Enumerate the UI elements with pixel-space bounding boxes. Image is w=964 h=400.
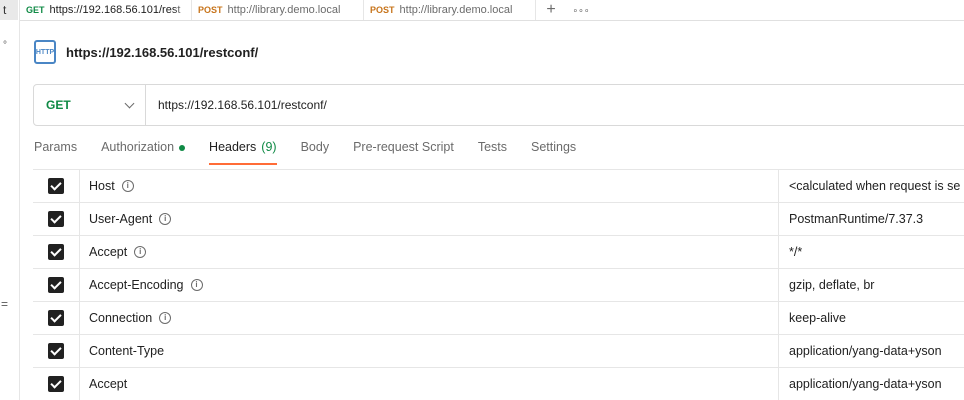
header-key: Accept (89, 377, 128, 391)
tab-url-label: https://192.168.56.101/rest (49, 4, 181, 16)
header-key: Host (89, 179, 115, 193)
tab-authorization[interactable]: Authorization (101, 140, 186, 165)
header-key: User-Agent (89, 212, 153, 226)
header-key-cell[interactable]: Content-Type (80, 335, 779, 367)
tab-settings[interactable]: Settings (531, 140, 576, 165)
header-key: Content-Type (89, 344, 165, 358)
table-row: Accept application/yang-data+yson (33, 368, 964, 400)
method-dropdown[interactable]: GET (34, 85, 146, 125)
header-key-cell[interactable]: Accept i (80, 236, 779, 268)
header-key-cell[interactable]: User-Agent i (80, 203, 779, 235)
http-request-icon: HTTP (34, 40, 56, 64)
tab-fade (517, 0, 535, 20)
tab-headers[interactable]: Headers (9) (209, 140, 277, 165)
header-value[interactable]: PostmanRuntime/7.37.3 (779, 203, 964, 235)
header-key-cell[interactable]: Host i (80, 170, 779, 202)
enable-checkbox[interactable] (48, 376, 64, 392)
more-tabs-ellipsis-icon[interactable]: ∘∘∘ (566, 0, 596, 20)
tab-pre-request-script[interactable]: Pre-request Script (353, 140, 454, 165)
sidebar-fragment: ° (3, 40, 7, 51)
header-value[interactable]: <calculated when request is se (779, 170, 964, 202)
request-tab-post-library[interactable]: POST http://library.demo.local (364, 0, 536, 20)
url-input[interactable] (146, 85, 964, 125)
info-icon[interactable]: i (159, 312, 172, 324)
header-value[interactable]: keep-alive (779, 302, 964, 334)
header-key: Connection (89, 311, 153, 325)
header-key-cell[interactable]: Accept (80, 368, 779, 400)
header-key-cell[interactable]: Connection i (80, 302, 779, 334)
tab-params[interactable]: Params (34, 140, 77, 165)
enable-cell (33, 269, 80, 301)
table-row: Connection i keep-alive (33, 302, 964, 335)
table-row: Content-Type application/yang-data+yson (33, 335, 964, 368)
enable-cell (33, 170, 80, 202)
new-tab-plus-icon[interactable]: + (536, 0, 566, 20)
header-key: Accept (89, 245, 128, 259)
chevron-down-icon (124, 98, 135, 108)
headers-count-badge: (9) (261, 140, 277, 154)
enable-checkbox[interactable] (48, 343, 64, 359)
enable-checkbox[interactable] (48, 310, 64, 326)
method-value: GET (46, 98, 71, 112)
info-icon[interactable]: i (121, 180, 134, 192)
info-icon[interactable]: i (159, 213, 172, 225)
enable-cell (33, 203, 80, 235)
info-icon[interactable]: i (190, 279, 203, 291)
tab-url-label: http://library.demo.local (399, 4, 513, 16)
request-tab-get-restconf[interactable]: GET https://192.168.56.101/rest (20, 0, 192, 20)
table-row: Accept i */* (33, 236, 964, 269)
tab-body[interactable]: Body (301, 140, 330, 165)
sidebar-fragment[interactable]: t (0, 0, 18, 20)
method-label: POST (198, 5, 223, 15)
enable-cell (33, 236, 80, 268)
method-label: GET (26, 5, 45, 15)
header-key: Accept-Encoding (89, 278, 184, 292)
tab-label: Headers (209, 140, 257, 154)
request-tab-bar: GET https://192.168.56.101/rest POST htt… (20, 0, 964, 21)
tab-url-label: http://library.demo.local (227, 4, 341, 16)
header-value[interactable]: gzip, deflate, br (779, 269, 964, 301)
enable-checkbox[interactable] (48, 178, 64, 194)
request-title: HTTP https://192.168.56.101/restconf/ (34, 40, 258, 64)
tab-fade (345, 0, 363, 20)
enable-checkbox[interactable] (48, 211, 64, 227)
enable-cell (33, 302, 80, 334)
table-row: User-Agent i PostmanRuntime/7.37.3 (33, 203, 964, 236)
url-bar: GET (33, 84, 964, 126)
header-value[interactable]: application/yang-data+yson (779, 368, 964, 400)
header-value[interactable]: application/yang-data+yson (779, 335, 964, 367)
method-label: POST (370, 5, 395, 15)
request-subtabs: Params Authorization Headers (9) Body Pr… (34, 140, 576, 165)
left-sidebar-edge: t ° = (0, 0, 20, 400)
enable-cell (33, 368, 80, 400)
enable-cell (33, 335, 80, 367)
tab-label: Authorization (101, 140, 175, 154)
headers-table: Host i <calculated when request is se Use… (33, 169, 964, 400)
request-tab-post-library[interactable]: POST http://library.demo.local (192, 0, 364, 20)
tab-tests[interactable]: Tests (478, 140, 507, 165)
request-name[interactable]: https://192.168.56.101/restconf/ (66, 45, 258, 60)
table-row: Host i <calculated when request is se (33, 170, 964, 203)
info-icon[interactable]: i (134, 246, 147, 258)
status-dot-icon (179, 145, 186, 151)
enable-checkbox[interactable] (48, 277, 64, 293)
enable-checkbox[interactable] (48, 244, 64, 260)
header-value[interactable]: */* (779, 236, 964, 268)
tab-fade (173, 0, 191, 20)
table-row: Accept-Encoding i gzip, deflate, br (33, 269, 964, 302)
sidebar-fragment: = (1, 297, 9, 311)
header-key-cell[interactable]: Accept-Encoding i (80, 269, 779, 301)
